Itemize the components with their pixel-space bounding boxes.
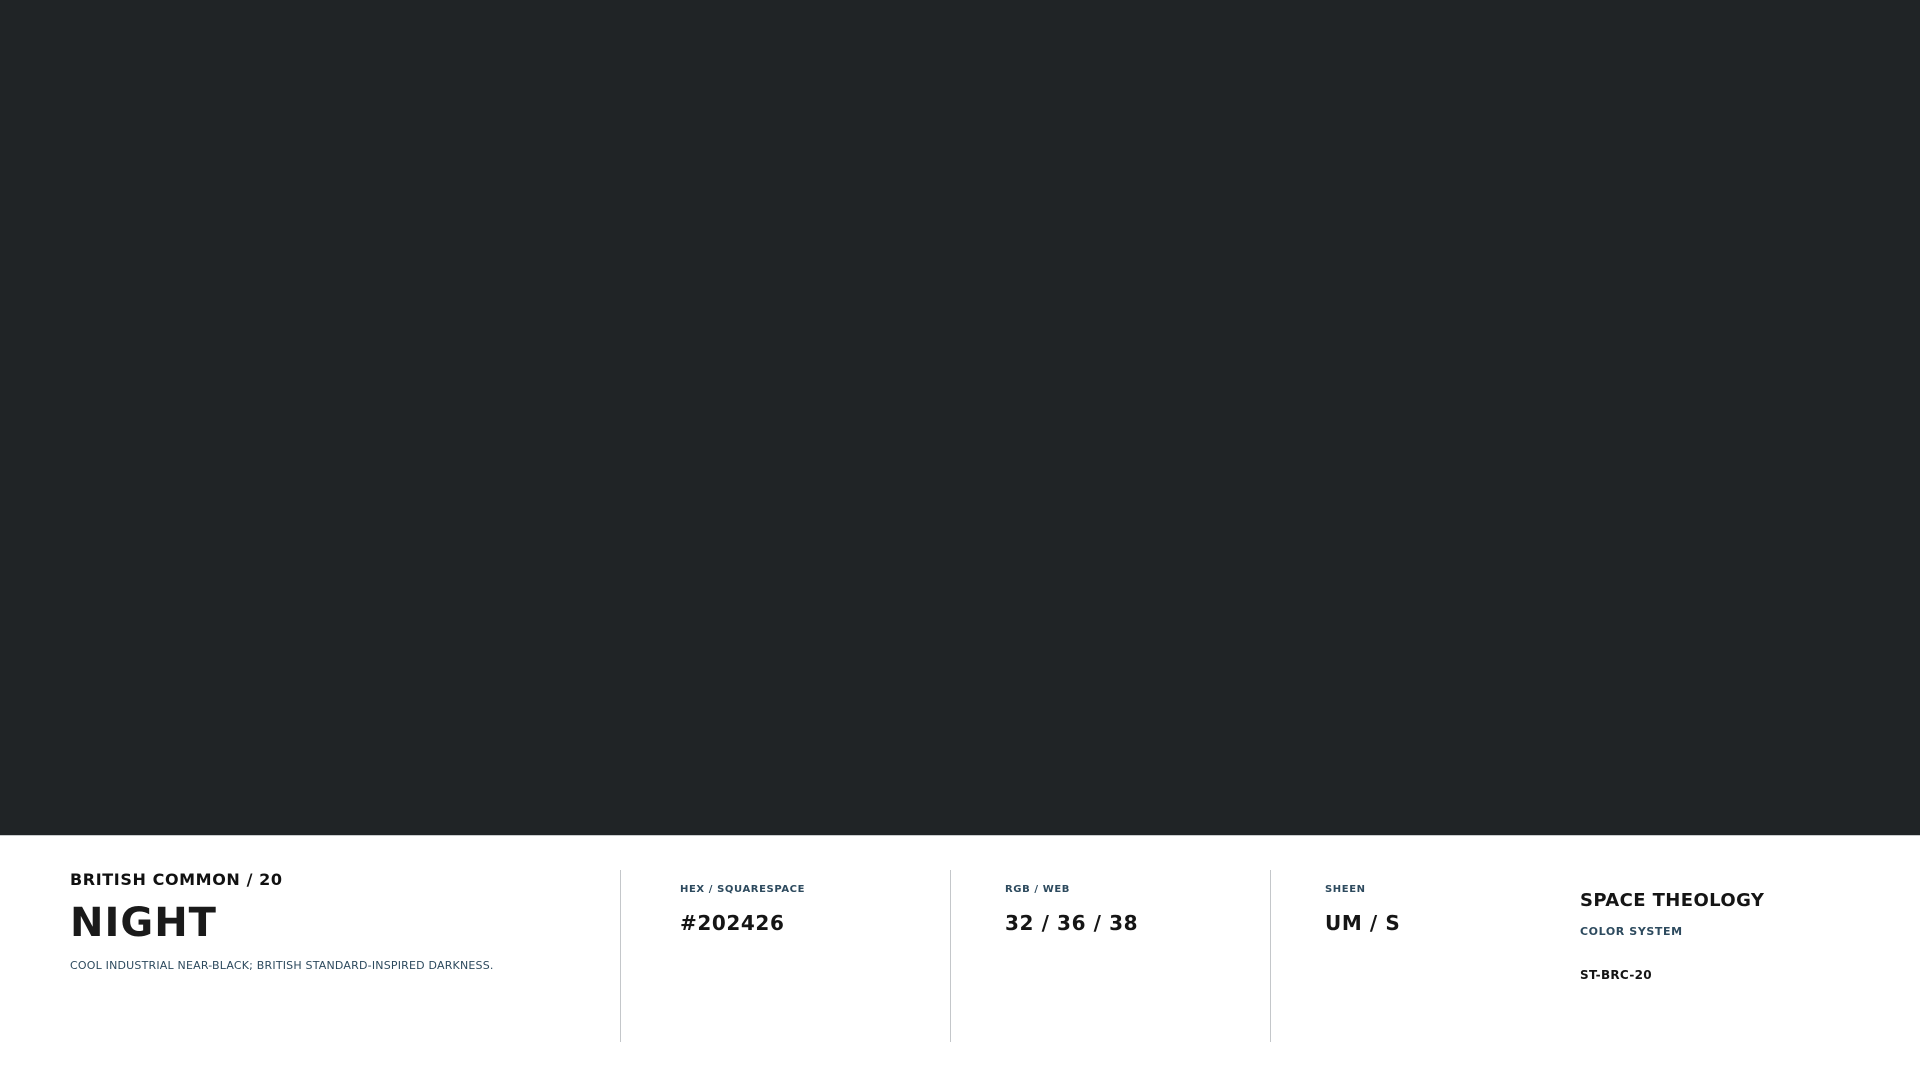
color-name-block: BRITISH COMMON / 20 NIGHT COOL INDUSTRIA… bbox=[70, 870, 494, 972]
sheen-spec: SHEEN UM / S bbox=[1325, 884, 1400, 935]
hex-label: HEX / SQUARESPACE bbox=[680, 884, 806, 895]
collection-label: BRITISH COMMON / 20 bbox=[70, 870, 283, 889]
divider bbox=[620, 870, 621, 1042]
brand-subtitle: COLOR SYSTEM bbox=[1580, 925, 1683, 938]
color-card: BRITISH COMMON / 20 NIGHT COOL INDUSTRIA… bbox=[0, 0, 1920, 1080]
brand-name: SPACE THEOLOGY bbox=[1580, 890, 1765, 911]
rgb-value: 32 / 36 / 38 bbox=[1005, 911, 1139, 935]
sheen-value: UM / S bbox=[1325, 911, 1401, 935]
color-description: COOL INDUSTRIAL NEAR-BLACK; BRITISH STAN… bbox=[70, 959, 494, 972]
color-code: ST-BRC-20 bbox=[1580, 968, 1652, 982]
hex-spec: HEX / SQUARESPACE #202426 bbox=[680, 884, 805, 935]
brand-block: SPACE THEOLOGY COLOR SYSTEM ST-BRC-20 bbox=[1580, 890, 1764, 982]
color-swatch bbox=[0, 0, 1920, 836]
color-name: NIGHT bbox=[70, 900, 217, 946]
divider bbox=[950, 870, 951, 1042]
hex-value: #202426 bbox=[680, 911, 785, 935]
sheen-label: SHEEN bbox=[1325, 884, 1366, 895]
divider bbox=[1270, 870, 1271, 1042]
info-panel: BRITISH COMMON / 20 NIGHT COOL INDUSTRIA… bbox=[0, 836, 1920, 1080]
rgb-spec: RGB / WEB 32 / 36 / 38 bbox=[1005, 884, 1138, 935]
rgb-label: RGB / WEB bbox=[1005, 884, 1071, 895]
